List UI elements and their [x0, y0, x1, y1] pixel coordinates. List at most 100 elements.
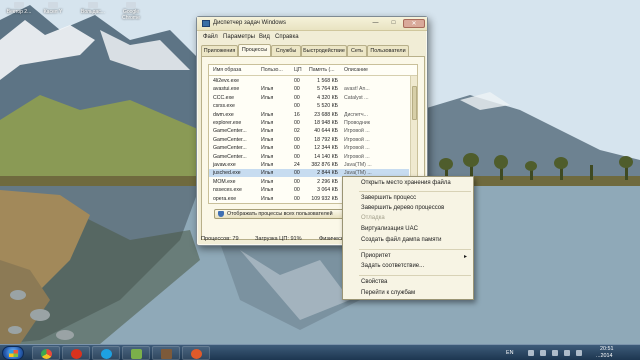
cell-mem: 382 876 КБ	[311, 162, 338, 168]
desktop-icon-1[interactable]: Вектор 2...	[2, 2, 36, 15]
cell-name: CCC.exe	[213, 94, 235, 101]
menu-separator	[359, 191, 471, 192]
column-description[interactable]: Описание	[344, 67, 368, 73]
status-cpu: Загрузка ЦП: 91%	[255, 236, 302, 242]
table-row[interactable]: dwm.exe Илья 16 23 688 КБ Диспетч...	[209, 111, 409, 119]
cell-name: MOM.exe	[213, 178, 236, 185]
menu-item-create-dump-file[interactable]: Создать файл дампа памяти	[361, 237, 442, 243]
tray-icon[interactable]	[552, 350, 558, 356]
gamecenter-icon	[191, 349, 202, 359]
show-all-users-button[interactable]: Отображать процессы всех пользователей	[214, 209, 344, 219]
clock-time[interactable]: 20:51	[600, 346, 614, 352]
taskbar-minecraft-button[interactable]	[152, 346, 180, 360]
table-row[interactable]: avastui.exe Илья 00 5 764 КБ avast! An...	[209, 85, 409, 93]
menu-item-priority[interactable]: Приоритет	[361, 253, 391, 259]
cell-name: opera.exe	[213, 195, 237, 202]
window-title: Диспетчер задач Windows	[213, 20, 286, 26]
uac-shield-icon	[218, 211, 224, 217]
close-button[interactable]: ✕	[403, 19, 425, 28]
process-context-menu: Открыть место хранения файла Завершить п…	[342, 176, 474, 300]
column-cpu[interactable]: ЦП	[294, 67, 302, 73]
cell-name: csrss.exe	[213, 103, 235, 110]
cell-cpu: 02	[294, 128, 300, 135]
cell-desc: Проводник	[344, 120, 371, 126]
menu-item-end-process[interactable]: Завершить процесс	[361, 195, 416, 201]
desktop-icon-chrome[interactable]: Google Chrome	[114, 2, 148, 21]
table-row[interactable]: GameCenter... Илья 00 14 140 КБ Игровой ...	[209, 153, 409, 161]
cell-cpu: 00	[294, 78, 300, 84]
menu-item-properties[interactable]: Свойства	[361, 279, 387, 285]
column-memory[interactable]: Память (...	[309, 67, 335, 73]
cell-cpu: 00	[294, 145, 300, 152]
desktop-icon-2[interactable]: Касел Y	[36, 2, 70, 15]
table-row[interactable]: GameCenter... Илья 00 18 792 КБ Игровой ...	[209, 136, 409, 144]
table-row[interactable]: CCC.exe Илья 00 4 320 КБ Catalyst ...	[209, 94, 409, 102]
cell-user: Илья	[261, 162, 274, 168]
taskbar-opera-button[interactable]	[62, 346, 90, 360]
menu-item-debug: Отладка	[361, 215, 385, 221]
tab-services[interactable]: Службы	[271, 45, 301, 56]
cell-name: javaw.exe	[213, 162, 236, 168]
taskbar-chrome-button[interactable]	[32, 346, 60, 360]
maximize-button[interactable]: □	[385, 19, 402, 28]
tab-applications[interactable]: Приложения	[201, 45, 238, 56]
clock-date[interactable]: ...2014	[596, 353, 613, 359]
volume-icon[interactable]	[576, 350, 582, 356]
cell-mem: 4 320 КБ	[317, 94, 338, 101]
chrome-icon	[126, 2, 136, 8]
table-row[interactable]: GameCenter... Илья 00 12 344 КБ Игровой ...	[209, 144, 409, 152]
chrome-icon	[41, 349, 52, 359]
tray-icon[interactable]	[528, 350, 534, 356]
cell-user: Илья	[261, 128, 274, 135]
desktop-icon-label: Google Chrome	[122, 9, 140, 21]
menu-options[interactable]: Параметры	[223, 34, 255, 40]
tab-network[interactable]: Сеть	[347, 45, 367, 56]
table-row[interactable]: 4li2evx.exe 00 1 568 КБ	[209, 77, 409, 85]
column-user[interactable]: Пользо...	[261, 67, 283, 73]
cell-name: explorer.exe	[213, 120, 242, 126]
cell-cpu: 00	[294, 136, 300, 143]
tab-users[interactable]: Пользователи	[367, 45, 409, 56]
minimize-button[interactable]: —	[367, 19, 384, 28]
cell-name: avastui.exe	[213, 86, 240, 93]
desktop-icons-row: Вектор 2... Касел Y Вольдас... Google Ch…	[0, 0, 200, 22]
menu-help[interactable]: Справка	[275, 34, 299, 40]
network-icon[interactable]	[564, 350, 570, 356]
status-processes: Процессов: 79	[201, 236, 239, 242]
menu-item-set-affinity[interactable]: Задать соответствие...	[361, 263, 424, 269]
menu-item-open-file-location[interactable]: Открыть место хранения файла	[361, 180, 451, 186]
table-row[interactable]: csrss.exe 00 5 520 КБ	[209, 102, 409, 110]
table-row[interactable]: javaw.exe Илья 24 382 876 КБ Java(TM) ...	[209, 161, 409, 169]
minecraft-icon	[161, 349, 172, 359]
language-indicator[interactable]: EN	[506, 350, 514, 356]
menu-view[interactable]: Вид	[259, 34, 270, 40]
cell-cpu: 00	[294, 170, 300, 177]
shortcut-icon	[14, 2, 24, 8]
cell-name: GameCenter...	[213, 128, 247, 135]
desktop-icon-3[interactable]: Вольдас...	[76, 2, 110, 15]
start-button[interactable]	[2, 346, 24, 360]
taskbar-skype-button[interactable]	[92, 346, 120, 360]
cell-desc: Диспетч...	[344, 111, 368, 118]
tab-processes[interactable]: Процессы	[238, 44, 271, 56]
column-image-name[interactable]: Имя образа	[213, 67, 241, 73]
cell-desc: Catalyst ...	[344, 94, 369, 101]
tab-performance[interactable]: Быстродействие	[301, 45, 347, 56]
cell-user: Илья	[261, 153, 274, 160]
tab-strip: Приложения Процессы Службы Быстродействи…	[201, 44, 425, 56]
scrollbar-thumb[interactable]	[412, 86, 417, 120]
menu-file[interactable]: Файл	[203, 34, 218, 40]
shortcut-icon	[88, 2, 98, 8]
table-row[interactable]: GameCenter... Илья 02 40 644 КБ Игровой ...	[209, 127, 409, 135]
cell-mem: 12 344 КБ	[314, 145, 338, 152]
menu-item-end-process-tree[interactable]: Завершить дерево процессов	[361, 205, 444, 211]
table-row[interactable]: explorer.exe Илья 00 18 948 КБ Проводник	[209, 119, 409, 127]
taskbar-app-button[interactable]	[122, 346, 150, 360]
cell-name: 4li2evx.exe	[213, 78, 239, 84]
tray-icon[interactable]	[540, 350, 546, 356]
title-bar[interactable]: Диспетчер задач Windows — □ ✕	[197, 17, 427, 31]
menu-item-uac-virtualization[interactable]: Виртуализация UAC	[361, 226, 418, 232]
menu-item-go-to-services[interactable]: Перейти к службам	[361, 290, 415, 296]
taskbar-gamecenter-button[interactable]	[182, 346, 210, 360]
cell-desc: Игровой ...	[344, 136, 370, 143]
